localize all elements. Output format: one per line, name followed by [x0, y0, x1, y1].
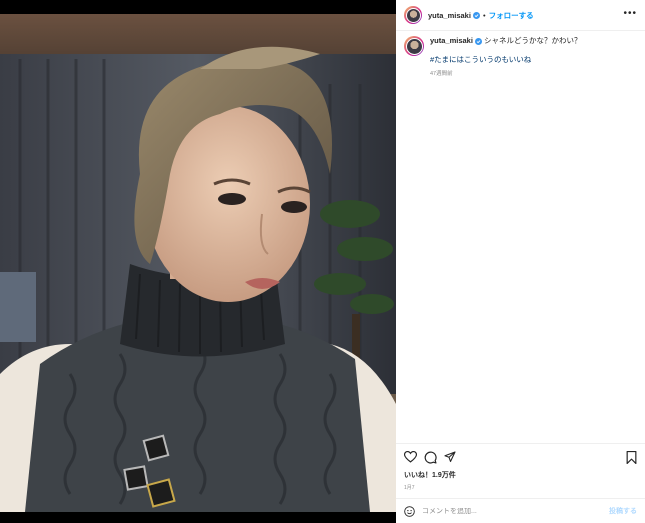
- verified-badge-icon: [472, 11, 480, 19]
- avatar[interactable]: [404, 6, 422, 24]
- post-photo[interactable]: [0, 14, 396, 512]
- follow-button[interactable]: フォローする: [489, 10, 534, 21]
- post-header: yuta_misaki • フォローする •••: [396, 0, 645, 31]
- screenshot-frame: yuta_misaki • フォローする ••• yuta_misaki シャネ…: [0, 0, 645, 523]
- more-options-icon[interactable]: •••: [623, 8, 637, 20]
- action-icons: [404, 450, 637, 464]
- verified-badge-icon: [474, 37, 482, 45]
- comment-icon[interactable]: [424, 451, 437, 464]
- heart-icon[interactable]: [404, 451, 417, 463]
- caption-username[interactable]: yuta_misaki: [430, 36, 473, 45]
- post-comment-button[interactable]: 投稿する: [609, 506, 637, 516]
- comment-bar: 投稿する: [396, 498, 645, 523]
- caption-body: yuta_misaki シャネルどうかな？かわい？ #たまにはこういうのもいいね…: [430, 36, 582, 79]
- caption: yuta_misaki シャネルどうかな？かわい？ #たまにはこういうのもいいね…: [404, 36, 639, 79]
- share-icon[interactable]: [444, 451, 456, 463]
- comment-input[interactable]: [422, 507, 609, 515]
- action-bar: いいね！1.9万件 1月7: [396, 443, 645, 491]
- separator-dot: •: [482, 10, 486, 20]
- portrait-image: [0, 14, 396, 512]
- like-count[interactable]: いいね！1.9万件: [404, 470, 637, 480]
- post-date: 1月7: [404, 485, 415, 491]
- bookmark-icon[interactable]: [626, 450, 637, 464]
- caption-avatar[interactable]: [404, 36, 424, 56]
- hashtag-link[interactable]: #たまにはこういうのもいいね: [430, 55, 582, 65]
- caption-timestamp: 47週間前: [430, 71, 453, 77]
- username[interactable]: yuta_misaki: [428, 11, 471, 20]
- post-side-panel: yuta_misaki • フォローする ••• yuta_misaki シャネ…: [396, 0, 645, 523]
- caption-text: シャネルどうかな？かわい？: [484, 36, 582, 45]
- emoji-icon[interactable]: [404, 505, 415, 517]
